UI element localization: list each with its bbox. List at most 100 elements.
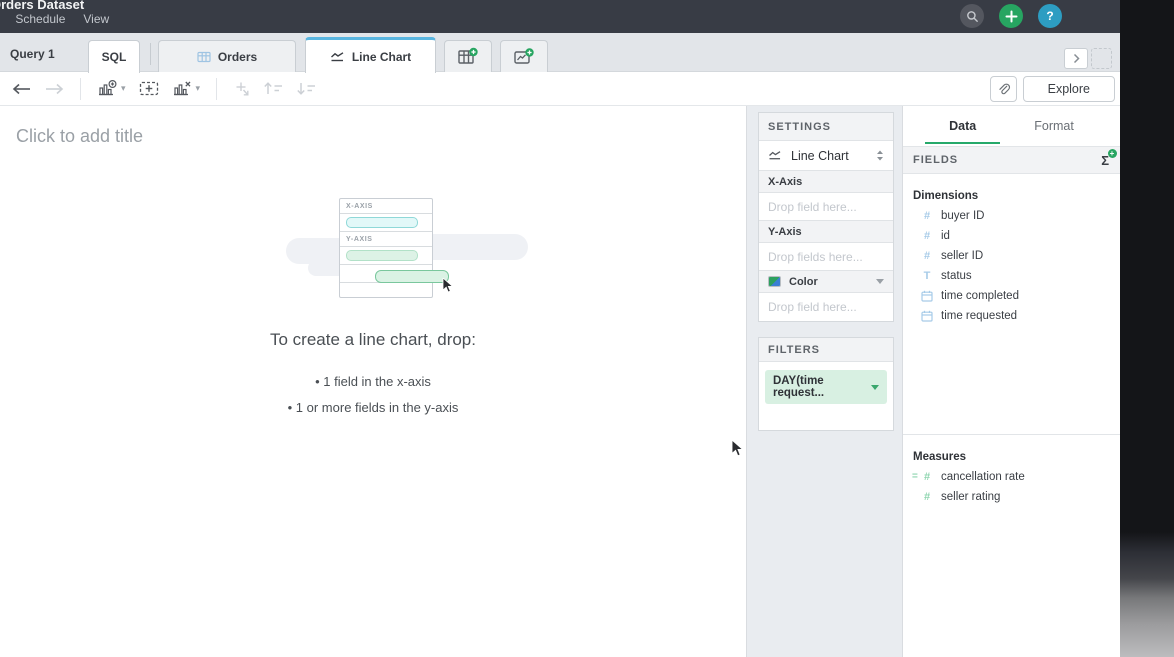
share-link-button[interactable] — [990, 76, 1017, 102]
field-item-id[interactable]: # id — [903, 226, 1120, 246]
tab-data[interactable]: Data — [943, 108, 982, 144]
add-measure-button[interactable]: Σ + — [1101, 153, 1110, 168]
fields-header-bar: FIELDS Σ + — [903, 146, 1120, 174]
move-points-button[interactable] — [227, 77, 257, 101]
illustration-row — [340, 247, 432, 265]
tab-format[interactable]: Format — [1028, 108, 1080, 144]
illustration-cursor-icon — [442, 278, 455, 293]
y-axis-drop-zone[interactable]: Drop fields here... — [759, 243, 893, 271]
line-chart-icon — [768, 150, 782, 161]
dragged-field-pill — [375, 270, 449, 283]
chart-title-placeholder[interactable]: Click to add title — [16, 126, 143, 147]
menu-schedule[interactable]: Schedule — [15, 12, 65, 26]
illustration-row — [340, 214, 432, 232]
field-item-time-requested[interactable]: time requested — [903, 306, 1120, 326]
chart-type-value: Line Chart — [791, 149, 849, 163]
filters-card: FILTERS DAY(time request... — [758, 337, 894, 431]
tabbar: Query 1 SQL Orders Line Chart — [0, 33, 1120, 72]
filter-pill-label: DAY(time request... — [773, 375, 859, 399]
dimensions-label: Dimensions — [913, 190, 1120, 202]
chevron-down-icon — [876, 279, 884, 284]
equals-hash-icon: =# — [921, 471, 933, 483]
field-item-seller-rating[interactable]: # seller rating — [903, 487, 1120, 507]
color-drop-zone[interactable]: Drop field here... — [759, 293, 893, 321]
line-chart-icon — [330, 51, 345, 63]
text-type-icon: T — [921, 270, 933, 282]
calendar-icon — [921, 310, 933, 322]
sort-descending-button[interactable] — [290, 77, 323, 100]
hash-icon: # — [921, 250, 933, 262]
add-table-tab[interactable] — [444, 40, 492, 72]
drop-instructions-heading: To create a line chart, drop: — [0, 330, 746, 350]
menu-view[interactable]: View — [83, 12, 109, 26]
tab-orders[interactable]: Orders — [158, 40, 296, 72]
table-grid-icon — [197, 51, 211, 63]
settings-header: SETTINGS — [759, 113, 893, 141]
sort-ascending-button[interactable] — [257, 77, 290, 100]
hash-icon: # — [921, 230, 933, 242]
filter-pill-day-time-requested[interactable]: DAY(time request... — [765, 370, 887, 404]
field-item-time-completed[interactable]: time completed — [903, 286, 1120, 306]
tab-line-chart[interactable]: Line Chart — [305, 37, 436, 73]
updown-arrows-icon — [876, 150, 884, 161]
tab-divider — [150, 43, 151, 65]
chart-canvas: Click to add title X-AXIS Y-AXIS To crea… — [0, 106, 746, 657]
help-button[interactable]: ? — [1038, 4, 1062, 28]
menubar: File Schedule View — [0, 12, 109, 26]
add-button[interactable] — [999, 4, 1023, 28]
app-window: Orders Dataset File Schedule View — [0, 0, 1120, 657]
equals-glyph: = — [912, 471, 918, 482]
search-button[interactable] — [960, 4, 984, 28]
toolbar: ▾ ▾ — [0, 72, 1120, 106]
y-axis-section-header: Y-Axis — [759, 221, 893, 243]
drop-instruction-bullet: • 1 field in the x-axis — [0, 374, 746, 389]
field-item-seller-id[interactable]: # seller ID — [903, 246, 1120, 266]
add-to-dashboard-button[interactable] — [132, 76, 166, 101]
plus-icon — [1005, 10, 1018, 23]
remove-chart-button[interactable]: ▾ — [166, 76, 207, 101]
fields-panel: Data Format FIELDS Σ + Dimensions # buye… — [902, 106, 1120, 657]
desktop-background — [1120, 0, 1174, 657]
drop-instruction-bullet: • 1 or more fields in the y-axis — [0, 400, 746, 415]
explore-button[interactable]: Explore — [1023, 76, 1115, 102]
add-chart-tab[interactable] — [500, 40, 548, 72]
field-label: time requested — [941, 310, 1017, 322]
tab-drop-placeholder — [1091, 48, 1112, 69]
hash-icon: # — [921, 491, 933, 503]
tab-orders-label: Orders — [218, 50, 257, 64]
search-icon — [966, 10, 979, 23]
field-pill-green — [346, 250, 418, 261]
field-label: time completed — [941, 290, 1019, 302]
panel-divider — [903, 434, 1120, 435]
toolbar-separator — [216, 78, 217, 100]
tab-sql[interactable]: SQL — [88, 40, 140, 73]
panel-tabs: Data Format — [903, 106, 1120, 146]
help-icon: ? — [1046, 9, 1053, 23]
chevron-right-icon — [1072, 53, 1081, 64]
illustration-panel: X-AXIS Y-AXIS — [339, 198, 433, 298]
field-label: cancellation rate — [941, 471, 1025, 483]
settings-card: SETTINGS Line Chart X-Axis Drop field he… — [758, 112, 894, 322]
field-item-buyer-id[interactable]: # buyer ID — [903, 206, 1120, 226]
x-axis-drop-zone[interactable]: Drop field here... — [759, 193, 893, 221]
back-button[interactable] — [6, 79, 38, 99]
settings-panel: SETTINGS Line Chart X-Axis Drop field he… — [746, 106, 902, 657]
field-item-cancellation-rate[interactable]: =# cancellation rate — [903, 467, 1120, 487]
topbar-actions: ? — [960, 4, 1062, 28]
measures-label: Measures — [913, 451, 1120, 463]
y-axis-label: Y-Axis — [768, 226, 802, 238]
tab-line-chart-label: Line Chart — [352, 50, 411, 64]
field-label: seller rating — [941, 491, 1000, 503]
query-label[interactable]: Query 1 — [10, 47, 55, 61]
add-chart-button[interactable]: ▾ — [91, 76, 132, 101]
paperclip-icon — [996, 82, 1011, 97]
forward-button[interactable] — [38, 79, 70, 99]
color-section-header[interactable]: Color — [759, 271, 893, 293]
field-pill-teal — [346, 217, 418, 228]
tab-overflow-button[interactable] — [1064, 48, 1088, 69]
field-item-status[interactable]: T status — [903, 266, 1120, 286]
field-label: seller ID — [941, 250, 983, 262]
chart-type-selector[interactable]: Line Chart — [759, 141, 893, 171]
color-label: Color — [789, 276, 818, 288]
dropdown-caret-icon — [871, 385, 879, 390]
